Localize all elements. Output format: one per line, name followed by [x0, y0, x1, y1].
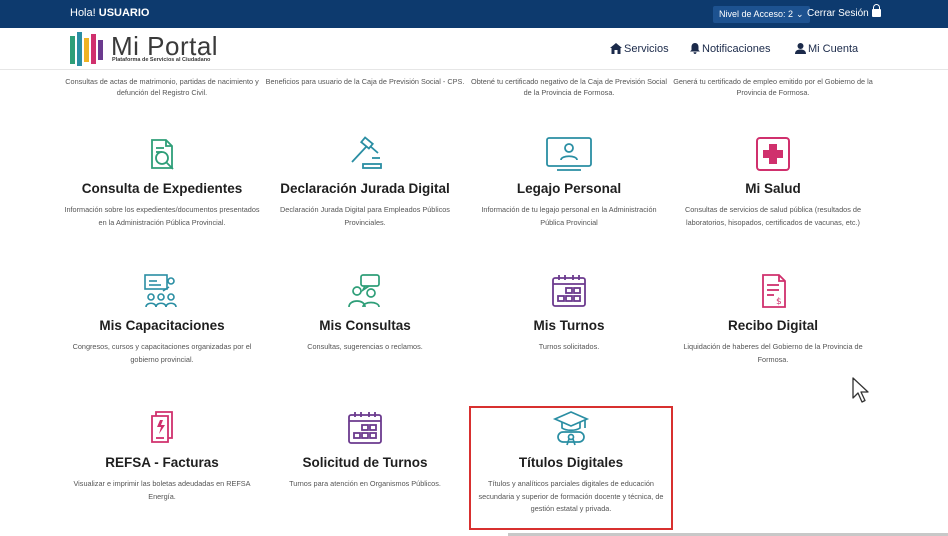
- logo-subtitle: Plataforma de Servicios al Ciudadano: [112, 57, 211, 63]
- logo-bars-icon: [70, 32, 103, 66]
- receipt-icon: $: [673, 273, 873, 309]
- card-description: Beneficios para usuario de la Caja de Pr…: [265, 77, 465, 86]
- mouse-cursor-icon: [852, 377, 869, 403]
- card-title: Declaración Jurada Digital: [280, 181, 450, 196]
- card-description: Información sobre los expedientes/docume…: [64, 205, 260, 227]
- nav-account[interactable]: Mi Cuenta: [795, 43, 858, 55]
- card-description: Turnos solicitados.: [538, 342, 600, 351]
- greeting-text: Hola!: [70, 7, 96, 19]
- card-declaracion-jurada[interactable]: Declaración Jurada Digital Declaración J…: [265, 136, 465, 229]
- main-header: Mi Portal Plataforma de Servicios al Ciu…: [0, 28, 948, 70]
- card-description: Obtené tu certificado negativo de la Caj…: [471, 77, 667, 97]
- card-mis-turnos[interactable]: Mis Turnos Turnos solicitados.: [469, 273, 669, 354]
- card-title: REFSA - Facturas: [105, 455, 219, 470]
- medical-cross-icon: [673, 136, 873, 172]
- training-icon: [62, 273, 262, 309]
- card-description: Liquidación de haberes del Gobierno de l…: [683, 342, 863, 364]
- card-description: Consultas de servicios de salud pública …: [684, 205, 862, 227]
- card-recibo-digital[interactable]: $ Recibo Digital Liquidación de haberes …: [673, 273, 873, 366]
- nav-notifications-label: Notificaciones: [702, 43, 771, 55]
- card-title: Recibo Digital: [727, 318, 818, 333]
- card-mis-consultas[interactable]: Mis Consultas Consultas, sugerencias o r…: [265, 273, 465, 354]
- top-bar: Hola! USUARIO Nivel de Acceso: 2 ⌄ Cerrar…: [0, 0, 948, 28]
- card-description: Declaración Jurada Digital para Empleado…: [280, 205, 450, 227]
- card-legajo-personal[interactable]: Legajo Personal Información de tu legajo…: [469, 136, 669, 229]
- card-title: Consulta de Expedientes: [81, 181, 243, 196]
- selection-highlight: [469, 406, 673, 530]
- services-grid: Consultas de actas de matrimonio, partid…: [0, 70, 948, 536]
- card-description: Turnos para atención en Organismos Públi…: [289, 479, 441, 488]
- nav-account-label: Mi Cuenta: [808, 43, 859, 55]
- chat-users-icon: [265, 273, 465, 309]
- gavel-icon: [265, 136, 465, 172]
- card-description: Generá tu certificado de empleo emitido …: [673, 77, 873, 97]
- nav-notifications[interactable]: Notificaciones: [690, 43, 770, 55]
- card-title: Legajo Personal: [516, 181, 622, 196]
- chevron-down-icon: ⌄: [796, 9, 804, 19]
- card-description: Visualizar e imprimir las boletas adeuda…: [73, 479, 251, 501]
- calendar-icon: [469, 273, 669, 309]
- calendar-icon: [265, 410, 465, 446]
- card-description: Congresos, cursos y capacitaciones organ…: [72, 342, 252, 364]
- card-title: Solicitud de Turnos: [302, 455, 428, 470]
- card-description: Consultas de actas de matrimonio, partid…: [65, 77, 259, 97]
- card-description: Consultas, sugerencias o reclamos.: [307, 342, 423, 351]
- id-card-icon: [469, 136, 669, 172]
- card-mis-capacitaciones[interactable]: Mis Capacitaciones Congresos, cursos y c…: [62, 273, 262, 366]
- card-refsa-facturas[interactable]: REFSA - Facturas Visualizar e imprimir l…: [62, 410, 262, 503]
- lock-icon: [871, 4, 881, 17]
- user-name: USUARIO: [98, 7, 150, 19]
- card-solicitud-turnos[interactable]: Solicitud de Turnos Turnos para atención…: [265, 410, 465, 491]
- card-title: Mi Salud: [745, 181, 801, 196]
- card-title: Mis Turnos: [533, 318, 605, 333]
- card-title: Mis Capacitaciones: [99, 318, 225, 333]
- greeting: Hola! USUARIO: [70, 7, 149, 19]
- svg-text:$: $: [776, 297, 782, 307]
- user-icon: [795, 43, 806, 54]
- card-mi-salud[interactable]: Mi Salud Consultas de servicios de salud…: [673, 136, 873, 229]
- nav-services[interactable]: Servicios: [610, 43, 669, 55]
- card-description: Información de tu legajo personal en la …: [481, 205, 657, 227]
- logout-label: Cerrar Sesión: [807, 8, 869, 19]
- home-icon: [610, 43, 622, 54]
- bell-icon: [690, 43, 700, 54]
- card-title: Mis Consultas: [319, 318, 411, 333]
- access-level-label: Nivel de Acceso: 2: [719, 9, 794, 19]
- invoice-icon: [62, 410, 262, 446]
- nav-services-label: Servicios: [624, 43, 669, 55]
- logout-link[interactable]: Cerrar Sesión: [807, 4, 881, 19]
- document-search-icon: [62, 136, 262, 172]
- access-level-select[interactable]: Nivel de Acceso: 2 ⌄: [713, 6, 810, 23]
- card-consulta-expedientes[interactable]: Consulta de Expedientes Información sobr…: [62, 136, 262, 229]
